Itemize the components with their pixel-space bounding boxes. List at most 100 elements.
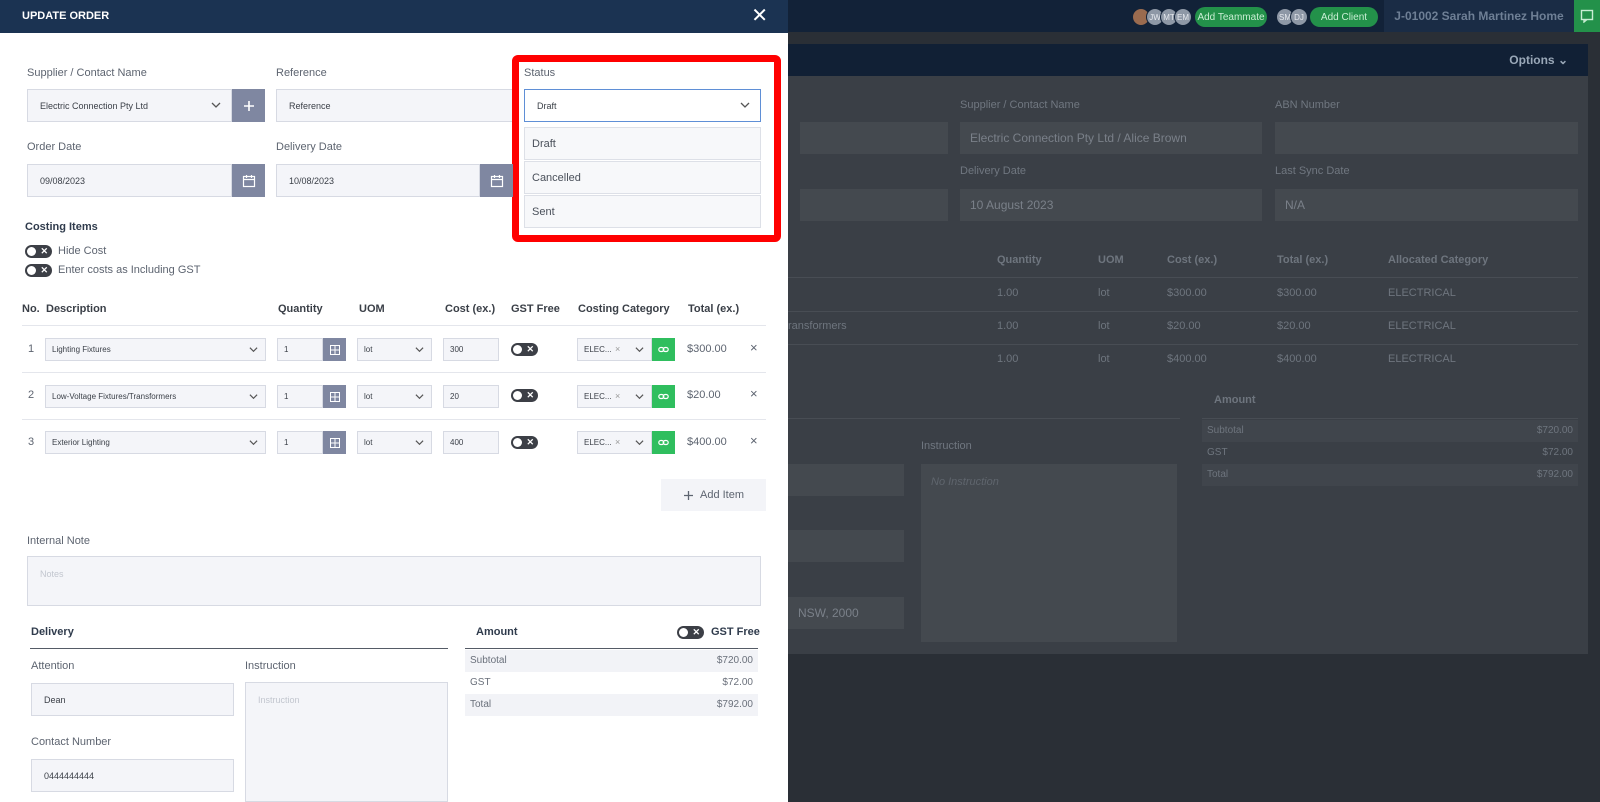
category-value: ELEC... bbox=[584, 345, 612, 354]
delivery-date-input[interactable]: 10/08/2023 bbox=[276, 164, 480, 197]
order-date-picker-button[interactable] bbox=[232, 164, 265, 197]
team-avatars[interactable]: JW MT EM bbox=[1132, 8, 1192, 26]
cost-input[interactable]: 400 bbox=[443, 431, 499, 454]
bg-col-cost: Cost (ex.) bbox=[1167, 254, 1218, 266]
status-label: Status bbox=[524, 67, 556, 79]
uom-select[interactable]: lot bbox=[357, 338, 432, 361]
divider bbox=[22, 325, 766, 326]
link-button[interactable] bbox=[652, 338, 675, 361]
add-supplier-button[interactable] bbox=[232, 89, 265, 122]
gst-row: GST $72.00 bbox=[465, 672, 758, 694]
supplier-select[interactable]: Electric Connection Pty Ltd bbox=[27, 89, 232, 122]
gst-free-toggle[interactable]: ✕ bbox=[511, 389, 538, 402]
uom-select[interactable]: lot bbox=[357, 431, 432, 454]
order-date-input[interactable]: 09/08/2023 bbox=[27, 164, 232, 197]
calculator-button[interactable] bbox=[323, 338, 346, 361]
options-menu[interactable]: Options ⌄ bbox=[1509, 53, 1568, 67]
description-select[interactable]: Low-Voltage Fixtures/Transformers bbox=[45, 385, 266, 408]
bg-cell: 1.00 bbox=[997, 287, 1019, 299]
quantity-input[interactable]: 1 bbox=[277, 338, 323, 361]
bg-amount-title: Amount bbox=[1214, 394, 1256, 406]
row-total: $300.00 bbox=[687, 343, 727, 355]
incl-gst-label: Enter costs as Including GST bbox=[58, 264, 201, 276]
hide-cost-toggle[interactable]: ✕ bbox=[25, 245, 52, 258]
quantity-input[interactable]: 1 bbox=[277, 385, 323, 408]
bg-cell: 1.00 bbox=[997, 320, 1019, 332]
description-select[interactable]: Lighting Fixtures bbox=[45, 338, 266, 361]
reference-input[interactable]: Reference bbox=[276, 89, 516, 122]
attention-input[interactable]: Dean bbox=[31, 683, 234, 716]
toggle-knob bbox=[513, 345, 522, 354]
link-icon bbox=[658, 393, 669, 400]
divider bbox=[788, 418, 1180, 419]
delivery-instruction-textarea[interactable]: Instruction bbox=[245, 682, 448, 802]
clear-icon[interactable]: × bbox=[615, 437, 620, 447]
gst-free-toggle[interactable]: ✕ bbox=[511, 436, 538, 449]
delete-row-icon[interactable]: × bbox=[750, 386, 758, 401]
link-button[interactable] bbox=[652, 385, 675, 408]
add-item-button[interactable]: Add Item bbox=[661, 479, 766, 511]
gst-free-toggle[interactable]: ✕ bbox=[511, 343, 538, 356]
bg-total-row: Total $792.00 bbox=[1202, 464, 1578, 486]
calculator-button[interactable] bbox=[323, 431, 346, 454]
amount-label: Total bbox=[470, 699, 492, 710]
gst-free-toggle[interactable]: ✕ bbox=[677, 626, 704, 639]
reference-label: Reference bbox=[276, 67, 327, 79]
row-number: 2 bbox=[28, 389, 35, 401]
options-label: Options bbox=[1509, 53, 1555, 67]
uom-value: lot bbox=[364, 392, 373, 401]
close-icon: ✕ bbox=[40, 265, 48, 275]
internal-note-textarea[interactable]: Notes bbox=[27, 556, 761, 606]
calculator-button[interactable] bbox=[323, 385, 346, 408]
description-select[interactable]: Exterior Lighting bbox=[45, 431, 266, 454]
costing-category-select[interactable]: ELEC... × bbox=[577, 338, 652, 361]
row-number: 1 bbox=[28, 343, 35, 355]
avatar[interactable]: EM bbox=[1174, 8, 1192, 26]
toggle-knob bbox=[27, 247, 36, 256]
cost-input[interactable]: 20 bbox=[443, 385, 499, 408]
chevron-down-icon bbox=[249, 394, 258, 400]
bg-amount-value: $720.00 bbox=[1536, 425, 1573, 436]
gst-free-label: GST Free bbox=[711, 626, 760, 638]
chat-icon[interactable] bbox=[1574, 0, 1600, 32]
calculator-icon bbox=[329, 391, 340, 402]
client-avatars[interactable]: SM DJ bbox=[1276, 8, 1308, 26]
delivery-date-picker-button[interactable] bbox=[480, 164, 513, 197]
contact-number-input[interactable]: 0444444444 bbox=[31, 759, 234, 792]
status-option-cancelled[interactable]: Cancelled bbox=[524, 161, 761, 194]
avatar[interactable]: DJ bbox=[1290, 8, 1308, 26]
delete-row-icon[interactable]: × bbox=[750, 340, 758, 355]
delete-row-icon[interactable]: × bbox=[750, 433, 758, 448]
clear-icon[interactable]: × bbox=[615, 391, 620, 401]
hide-cost-label: Hide Cost bbox=[58, 245, 107, 257]
link-icon bbox=[658, 346, 669, 353]
bg-cell: $20.00 bbox=[1277, 320, 1311, 332]
cost-input[interactable]: 300 bbox=[443, 338, 499, 361]
subtotal-row: Subtotal $720.00 bbox=[465, 650, 758, 672]
status-option-sent[interactable]: Sent bbox=[524, 195, 761, 228]
status-option-draft[interactable]: Draft bbox=[524, 127, 761, 160]
add-client-button[interactable]: Add Client bbox=[1310, 7, 1378, 27]
bg-abn-value bbox=[1275, 122, 1578, 154]
clear-icon[interactable]: × bbox=[615, 344, 620, 354]
link-button[interactable] bbox=[652, 431, 675, 454]
bg-cell: lot bbox=[1098, 353, 1110, 365]
add-teammate-button[interactable]: Add Teammate bbox=[1195, 7, 1267, 27]
close-icon[interactable]: ✕ bbox=[751, 6, 768, 26]
costing-category-select[interactable]: ELEC... × bbox=[577, 385, 652, 408]
bg-cell: lot bbox=[1098, 287, 1110, 299]
toggle-knob bbox=[27, 266, 36, 275]
costing-category-select[interactable]: ELEC... × bbox=[577, 431, 652, 454]
incl-gst-toggle[interactable]: ✕ bbox=[25, 264, 52, 277]
close-icon: ✕ bbox=[40, 246, 48, 256]
uom-select[interactable]: lot bbox=[357, 385, 432, 408]
plus-icon bbox=[243, 100, 254, 111]
bg-amount-label: Total bbox=[1207, 469, 1229, 480]
bg-amount-value: $792.00 bbox=[1536, 469, 1573, 480]
bg-cell: $300.00 bbox=[1167, 287, 1207, 299]
chevron-down-icon bbox=[415, 347, 424, 353]
status-select[interactable]: Draft bbox=[524, 89, 761, 122]
category-value: ELEC... bbox=[584, 438, 612, 447]
toggle-knob bbox=[513, 391, 522, 400]
quantity-input[interactable]: 1 bbox=[277, 431, 323, 454]
